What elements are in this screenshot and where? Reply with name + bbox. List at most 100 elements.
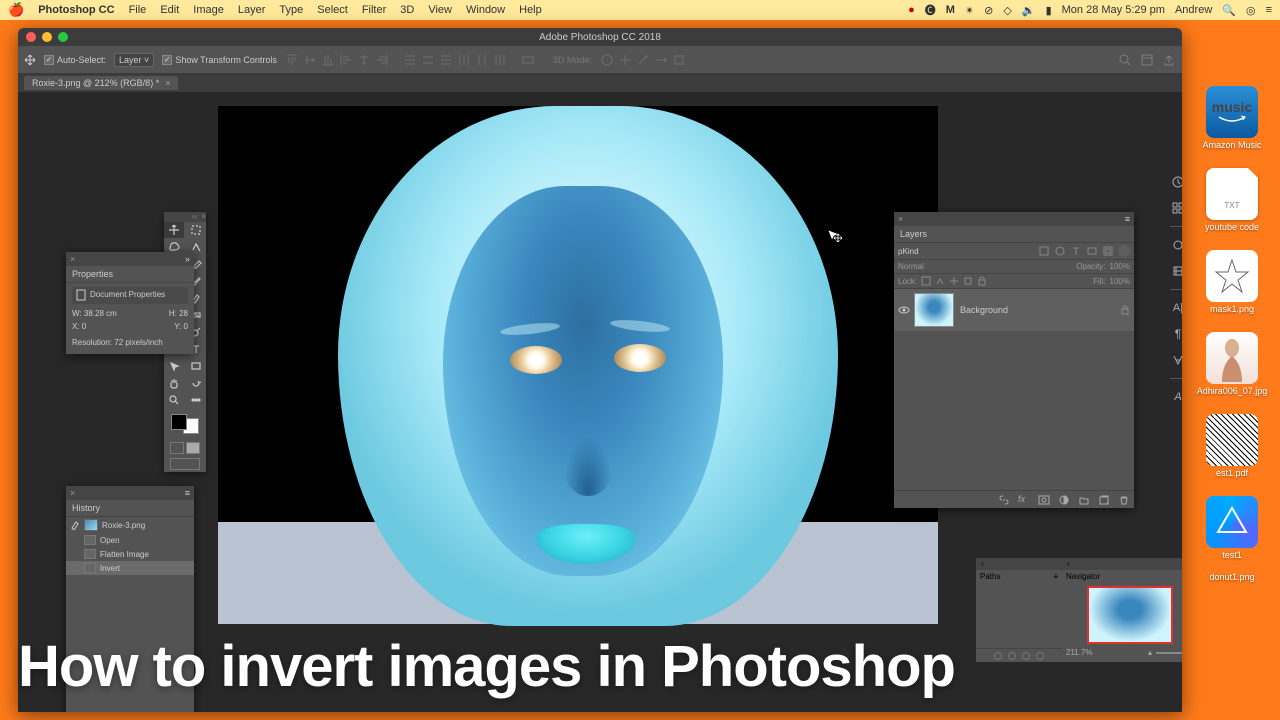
libraries-panel-icon[interactable] — [1170, 263, 1182, 279]
search-icon[interactable] — [1118, 53, 1132, 67]
status-cc-icon[interactable]: 🅒 — [925, 2, 936, 18]
distribute-right-icon[interactable] — [493, 53, 507, 67]
lock-all-icon[interactable] — [977, 276, 987, 286]
showtransform-checkbox[interactable]: ✓Show Transform Controls — [162, 55, 277, 65]
selection-to-path-icon[interactable] — [1036, 652, 1044, 660]
menu-help[interactable]: Help — [519, 4, 542, 16]
layer-name[interactable]: Background — [960, 305, 1008, 315]
brushes-panel-icon[interactable] — [1170, 237, 1182, 253]
move-tool[interactable] — [164, 222, 184, 238]
autoselect-checkbox[interactable]: ✓Auto-Select: — [44, 55, 106, 65]
foreground-color[interactable] — [171, 414, 187, 430]
status-clock[interactable]: Mon 28 May 5:29 pm — [1062, 4, 1165, 16]
menu-edit[interactable]: Edit — [160, 4, 179, 16]
notifications-icon[interactable]: ≡ — [1266, 4, 1272, 16]
lock-icon[interactable] — [1120, 305, 1130, 315]
artboard-tool[interactable] — [186, 222, 206, 238]
layers-filter-select[interactable]: ρKind — [898, 247, 919, 256]
layer-style-icon[interactable]: fx — [1018, 494, 1030, 506]
status-m-icon[interactable]: M — [946, 4, 955, 16]
status-bug-icon[interactable]: ✴︎ — [965, 4, 974, 17]
color-swatches[interactable] — [169, 412, 201, 436]
layers-tab[interactable]: Layers — [894, 226, 1134, 243]
distribute-top-icon[interactable] — [403, 53, 417, 67]
app-menu[interactable]: Photoshop CC — [38, 4, 114, 16]
history-tab[interactable]: History — [66, 500, 194, 517]
pathselect-tool[interactable] — [164, 358, 184, 374]
menu-file[interactable]: File — [129, 4, 147, 16]
screenmode-icon[interactable] — [170, 458, 200, 470]
menu-layer[interactable]: Layer — [238, 4, 266, 16]
history-panel-icon[interactable] — [1170, 174, 1182, 190]
desktop-icon-amazon-music[interactable]: music Amazon Music — [1202, 86, 1261, 150]
move-tool-icon[interactable] — [24, 54, 36, 66]
scale3d-icon[interactable] — [672, 53, 686, 67]
quickmask-mode-icon[interactable] — [186, 442, 200, 454]
status-battery-icon[interactable]: ▮ — [1046, 4, 1052, 17]
desktop-icon-adhira[interactable]: Adhira006_07.jpg — [1197, 332, 1268, 396]
desktop-icon-mask1[interactable]: mask1.png — [1206, 250, 1258, 314]
status-dnd-icon[interactable]: ⊘ — [984, 4, 993, 17]
fill-path-icon[interactable] — [994, 652, 1002, 660]
align-hcenter-icon[interactable] — [357, 53, 371, 67]
close-tab-icon[interactable]: × — [165, 78, 170, 88]
status-user[interactable]: Andrew — [1175, 4, 1212, 16]
paragraph-panel-icon[interactable]: ¶ — [1170, 326, 1182, 342]
history-item[interactable]: Flatten Image — [66, 547, 194, 561]
align-top-icon[interactable] — [285, 53, 299, 67]
document-tab[interactable]: Roxie-3.png @ 212% (RGB/8) * × — [24, 76, 178, 90]
menu-view[interactable]: View — [428, 4, 452, 16]
document-properties-row[interactable]: Document Properties — [72, 287, 188, 304]
layer-row[interactable]: Background — [894, 289, 1134, 331]
orbit-icon[interactable] — [600, 53, 614, 67]
lock-position-icon[interactable] — [949, 276, 959, 286]
edit-toolbar[interactable] — [186, 392, 206, 408]
autoselect-target-select[interactable]: Layer ˅ — [114, 53, 154, 67]
distribute-vcenter-icon[interactable] — [421, 53, 435, 67]
menu-filter[interactable]: Filter — [362, 4, 386, 16]
rotateview-tool[interactable] — [186, 375, 206, 391]
dolly-icon[interactable] — [636, 53, 650, 67]
lock-image-icon[interactable] — [935, 276, 945, 286]
lock-artboard-icon[interactable] — [963, 276, 973, 286]
align-vcenter-icon[interactable] — [303, 53, 317, 67]
distribute-left-icon[interactable] — [457, 53, 471, 67]
properties-tab[interactable]: Properties — [66, 266, 194, 283]
navigator-thumbnail[interactable] — [1087, 586, 1173, 644]
pan-icon[interactable] — [618, 53, 632, 67]
align-bottom-icon[interactable] — [321, 53, 335, 67]
folder-icon[interactable] — [1078, 494, 1090, 506]
filter-smart-icon[interactable] — [1102, 245, 1114, 257]
zoom-tool[interactable] — [164, 392, 184, 408]
navigator-tab[interactable]: Navigator≡ — [1062, 570, 1182, 582]
character-panel-icon[interactable]: A| — [1170, 300, 1182, 316]
styles-panel-icon[interactable]: A — [1170, 389, 1182, 405]
align-left-icon[interactable] — [339, 53, 353, 67]
filter-toggle-icon[interactable] — [1118, 245, 1130, 257]
menu-image[interactable]: Image — [193, 4, 224, 16]
status-record-icon[interactable]: ● — [908, 4, 915, 16]
zoom-out-icon[interactable]: ▴ — [1148, 648, 1152, 657]
standard-mode-icon[interactable] — [170, 442, 184, 454]
distribute-bottom-icon[interactable] — [439, 53, 453, 67]
desktop-icon-test1[interactable]: test1 — [1206, 496, 1258, 560]
menu-3d[interactable]: 3D — [400, 4, 414, 16]
layer-visibility-icon[interactable] — [898, 305, 908, 315]
desktop-icon-donut1[interactable]: donut1.png — [1209, 572, 1254, 582]
align-right-icon[interactable] — [375, 53, 389, 67]
status-wifi-icon[interactable]: ◇ — [1003, 4, 1011, 17]
panel-close-icon[interactable]: × — [1066, 560, 1071, 569]
blend-mode-select[interactable]: Normal — [898, 262, 950, 271]
workspace-icon[interactable] — [1140, 53, 1154, 67]
menu-select[interactable]: Select — [317, 4, 348, 16]
history-item-selected[interactable]: Invert — [66, 561, 194, 575]
history-brush-source-icon[interactable] — [70, 520, 80, 530]
new-layer-icon[interactable] — [1098, 494, 1110, 506]
stroke-path-icon[interactable] — [1008, 652, 1016, 660]
filter-adjustment-icon[interactable] — [1054, 245, 1066, 257]
share-icon[interactable] — [1162, 53, 1176, 67]
panel-close-icon[interactable]: × — [980, 560, 985, 569]
window-minimize-icon[interactable] — [42, 32, 52, 42]
panel-close-icon[interactable]: × — [898, 214, 903, 224]
window-zoom-icon[interactable] — [58, 32, 68, 42]
